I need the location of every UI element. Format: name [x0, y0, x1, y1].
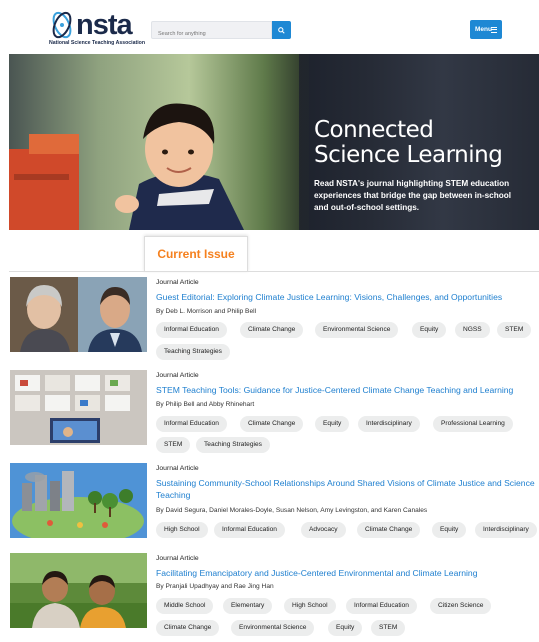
tag-chip[interactable]: Equity — [432, 522, 467, 538]
tag-chip[interactable]: Equity — [315, 416, 350, 432]
page: nsta National Science Teaching Associati… — [0, 0, 539, 642]
hero-subtitle: Read NSTA's journal highlighting STEM ed… — [314, 179, 511, 212]
search-button[interactable] — [272, 21, 291, 39]
tag-chip[interactable]: Climate Change — [240, 416, 304, 432]
search-icon — [278, 26, 285, 34]
atom-logo-icon — [52, 11, 72, 39]
hero-title: Connected Science Learning — [314, 117, 503, 169]
article-title-link[interactable]: Guest Editorial: Exploring Climate Justi… — [156, 291, 536, 303]
article-thumbnail[interactable] — [10, 370, 147, 445]
tag-chip[interactable]: High School — [156, 522, 208, 538]
article-thumbnail[interactable] — [10, 277, 147, 352]
article-byline: By Deb L. Morrison and Philip Bell — [156, 308, 257, 315]
menu-button[interactable]: Menu — [470, 20, 502, 39]
tag-chip[interactable]: Informal Education — [156, 322, 227, 338]
article-type: Journal Article — [156, 372, 199, 379]
article-title-link[interactable]: Sustaining Community-School Relationship… — [156, 477, 536, 502]
tag-chip[interactable]: Professional Learning — [433, 416, 513, 432]
tag-chip[interactable]: Teaching Strategies — [196, 437, 270, 453]
site-header: nsta National Science Teaching Associati… — [0, 0, 539, 54]
article-type: Journal Article — [156, 555, 199, 562]
tab-current-issue[interactable]: Current Issue — [144, 236, 248, 272]
article-byline: By David Segura, Daniel Morales-Doyle, S… — [156, 507, 428, 514]
tag-chip[interactable]: Informal Education — [346, 598, 417, 614]
article-type: Journal Article — [156, 279, 199, 286]
tag-chip[interactable]: Climate Change — [357, 522, 421, 538]
nsta-logo[interactable]: nsta National Science Teaching Associati… — [48, 9, 145, 48]
tag-chip[interactable]: NGSS — [455, 322, 490, 338]
tag-chip[interactable]: STEM — [497, 322, 532, 338]
tag-chip[interactable]: Informal Education — [214, 522, 285, 538]
tag-chip[interactable]: Equity — [412, 322, 447, 338]
tag-chip[interactable]: Teaching Strategies — [156, 344, 230, 360]
article-title-link[interactable]: STEM Teaching Tools: Guidance for Justic… — [156, 384, 536, 396]
hamburger-icon — [491, 27, 497, 34]
article-thumbnail[interactable] — [10, 553, 147, 628]
tag-chip[interactable]: STEM — [156, 437, 191, 453]
tag-chip[interactable]: Citizen Science — [430, 598, 492, 614]
search-field[interactable] — [151, 21, 272, 42]
article-byline: By Philip Bell and Abby Rhinehart — [156, 401, 255, 408]
article-byline: By Pranjali Upadhyay and Rae Jing Han — [156, 583, 274, 590]
search-input[interactable] — [152, 26, 271, 42]
tag-chip[interactable]: STEM — [371, 620, 406, 636]
tag-chip[interactable]: Climate Change — [240, 322, 304, 338]
tag-chip[interactable]: Climate Change — [156, 620, 220, 636]
tag-chip[interactable]: Interdisciplinary — [358, 416, 420, 432]
logo-wordmark: nsta — [76, 9, 133, 41]
tag-chip[interactable]: Informal Education — [156, 416, 227, 432]
article-type: Journal Article — [156, 465, 199, 472]
tag-chip[interactable]: Equity — [328, 620, 363, 636]
menu-label: Menu — [475, 26, 492, 33]
tag-chip[interactable]: Environmental Science — [315, 322, 399, 338]
tag-chip[interactable]: Elementary — [223, 598, 273, 614]
tag-chip[interactable]: Advocacy — [301, 522, 346, 538]
hero-photo — [9, 54, 309, 230]
hero-banner[interactable]: Connected Science Learning Read NSTA's j… — [9, 54, 539, 230]
tag-chip[interactable]: Interdisciplinary — [475, 522, 537, 538]
tag-chip[interactable]: High School — [284, 598, 336, 614]
article-title-link[interactable]: Facilitating Emancipatory and Justice-Ce… — [156, 567, 536, 579]
tag-chip[interactable]: Middle School — [156, 598, 214, 614]
tab-divider — [9, 271, 539, 272]
tag-chip[interactable]: Environmental Science — [231, 620, 315, 636]
article-thumbnail[interactable] — [10, 463, 147, 538]
logo-subtitle: National Science Teaching Association — [49, 40, 145, 46]
